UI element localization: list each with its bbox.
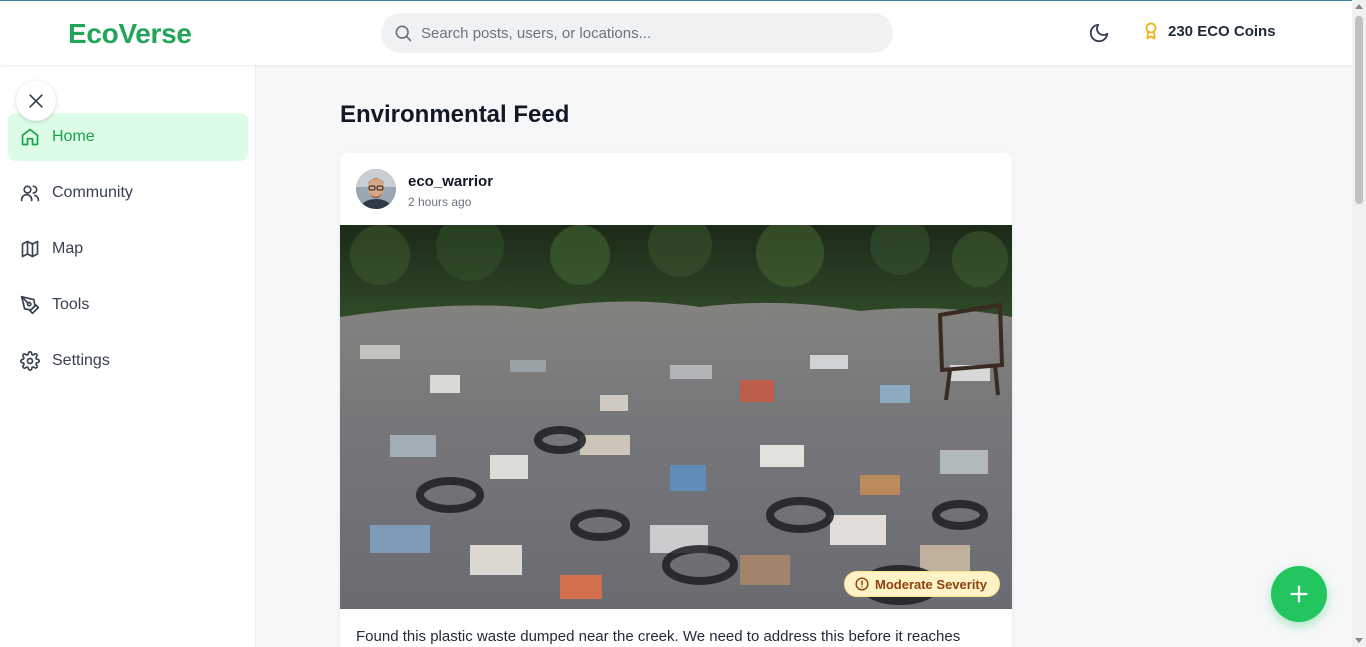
award-icon xyxy=(1145,22,1157,40)
sidebar-item-label: Tools xyxy=(52,296,90,313)
search-input[interactable] xyxy=(381,13,893,53)
scrollbar-thumb[interactable] xyxy=(1355,16,1363,204)
moon-icon[interactable] xyxy=(1088,22,1110,44)
alert-circle-icon xyxy=(855,577,869,591)
post-username[interactable]: eco_warrior xyxy=(408,173,493,190)
sidebar: Home Community Map Tools Settings xyxy=(0,65,256,647)
sidebar-item-settings[interactable]: Settings xyxy=(8,337,248,385)
app-logo[interactable]: EcoVerse xyxy=(68,18,192,50)
waste-dump-photo xyxy=(340,225,1012,609)
pen-tool-icon xyxy=(20,295,40,315)
post-card[interactable]: eco_warrior 2 hours ago Moderate Severit… xyxy=(340,153,1012,647)
scroll-down-arrow[interactable] xyxy=(1355,638,1363,643)
sidebar-item-tools[interactable]: Tools xyxy=(8,281,248,329)
coins-label: 230 ECO Coins xyxy=(1168,22,1276,40)
close-sidebar-button[interactable] xyxy=(16,81,56,121)
search-bar[interactable] xyxy=(381,13,893,53)
top-header: EcoVerse 230 ECO Coins xyxy=(0,1,1352,65)
map-icon xyxy=(21,240,39,258)
page-title: Environmental Feed xyxy=(340,101,570,128)
create-post-button[interactable] xyxy=(1271,566,1327,622)
avatar[interactable] xyxy=(356,169,396,209)
plus-icon xyxy=(1290,585,1308,603)
sidebar-item-map[interactable]: Map xyxy=(8,225,248,273)
search-icon xyxy=(395,25,412,42)
page-scrollbar[interactable] xyxy=(1352,0,1366,647)
post-caption: Found this plastic waste dumped near the… xyxy=(356,628,961,645)
home-icon xyxy=(21,128,39,146)
severity-label: Moderate Severity xyxy=(875,576,987,592)
users-icon xyxy=(20,185,40,202)
sidebar-item-label: Map xyxy=(52,240,84,257)
scroll-up-arrow[interactable] xyxy=(1355,4,1363,9)
sidebar-item-home[interactable]: Home xyxy=(8,113,248,161)
eco-coins-balance[interactable]: 230 ECO Coins xyxy=(1142,21,1276,41)
post-image[interactable]: Moderate Severity xyxy=(340,225,1012,609)
gear-icon xyxy=(20,351,40,371)
sidebar-item-label: Home xyxy=(52,128,95,145)
close-icon xyxy=(29,94,43,108)
user-photo xyxy=(356,169,396,209)
sidebar-item-community[interactable]: Community xyxy=(8,169,248,217)
sidebar-item-label: Settings xyxy=(52,352,110,369)
post-timestamp: 2 hours ago xyxy=(408,195,472,209)
severity-badge: Moderate Severity xyxy=(844,571,1000,597)
sidebar-item-label: Community xyxy=(52,184,133,201)
